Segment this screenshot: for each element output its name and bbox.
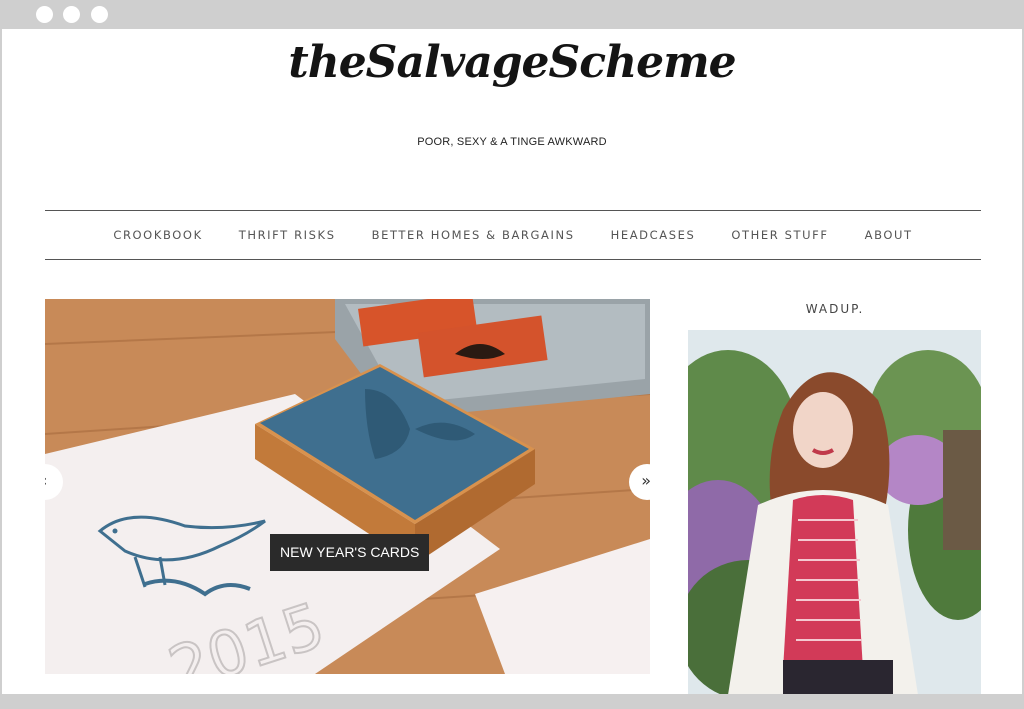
browser-window: theSalvageScheme POOR, SEXY & A TINGE AW… [0,0,1024,709]
site-logo[interactable]: theSalvageScheme [2,37,1022,88]
window-minimize-dot[interactable] [63,6,80,23]
window-close-dot[interactable] [36,6,53,23]
featured-slider[interactable]: 2015 ‹ » NEW YEAR'S CARDS [45,299,650,674]
nav-item-crookbook[interactable]: CROOKBOOK [113,228,202,242]
main-nav: CROOKBOOK THRIFT RISKS BETTER HOMES & BA… [45,210,981,260]
window-zoom-dot[interactable] [91,6,108,23]
slide-image: 2015 [45,299,650,674]
nav-item-headcases[interactable]: HEADCASES [611,228,696,242]
sidebar-title: WADUP. [805,302,865,316]
browser-titlebar [0,0,1024,29]
browser-bottom-bar [0,694,1024,709]
nav-item-other-stuff[interactable]: OTHER STUFF [731,228,828,242]
site-tagline: POOR, SEXY & A TINGE AWKWARD [417,136,607,148]
nav-item-about[interactable]: ABOUT [865,228,913,242]
page-viewport: theSalvageScheme POOR, SEXY & A TINGE AW… [2,29,1022,694]
nav-item-thrift-risks[interactable]: THRIFT RISKS [239,228,336,242]
slide-caption[interactable]: NEW YEAR'S CARDS [270,534,430,571]
sidebar-author-photo[interactable] [688,330,981,694]
author-photo-image [688,330,981,694]
nav-item-better-homes-bargains[interactable]: BETTER HOMES & BARGAINS [372,228,575,242]
